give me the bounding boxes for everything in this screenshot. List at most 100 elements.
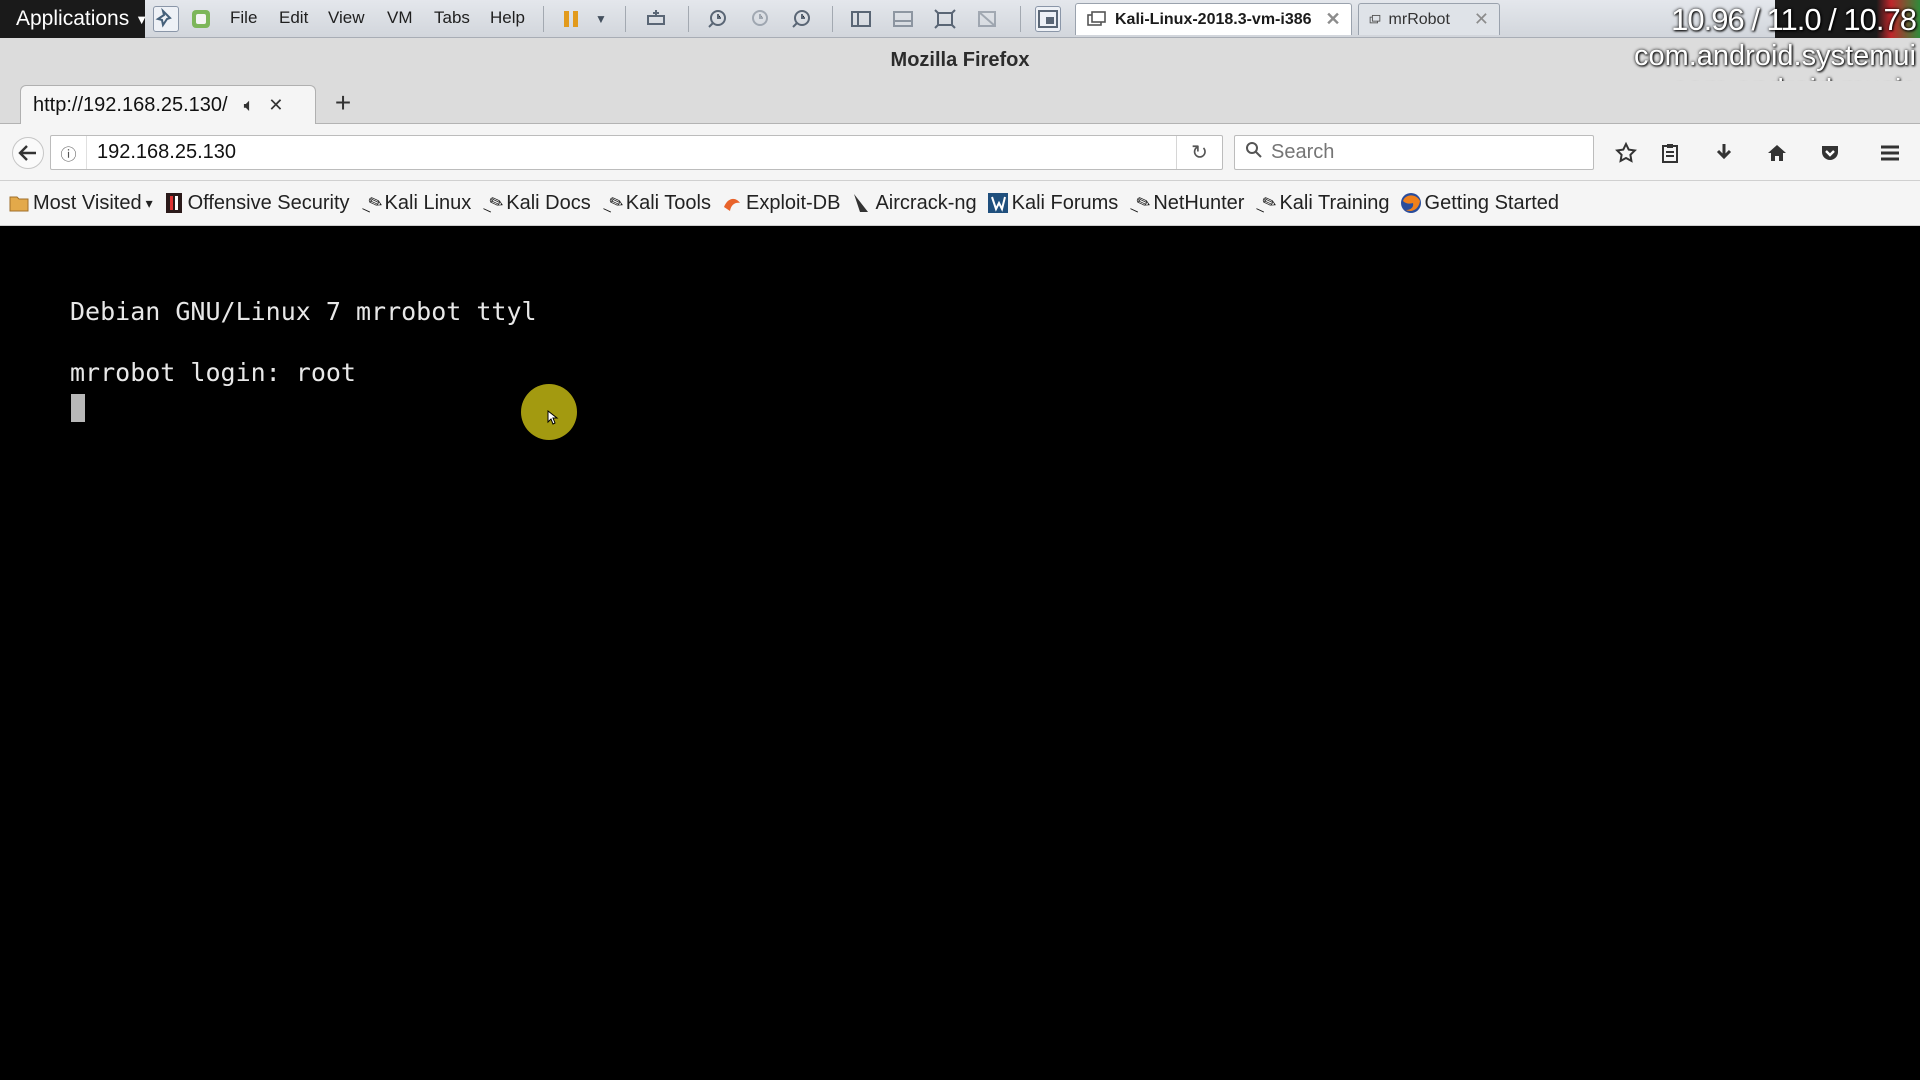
revert-snapshot-icon[interactable] [746,6,772,32]
bookmark-kali-training[interactable]: ⸜✎ Kali Training [1251,191,1390,217]
browser-tab[interactable]: http://192.168.25.130/ 🔈︎ ✕ [20,85,316,125]
exploitdb-icon [721,192,743,214]
snapshot-icon[interactable] [704,6,730,32]
vm-icon [1369,14,1381,23]
search-input[interactable] [1271,141,1571,164]
toolbar-separator [1020,6,1021,32]
applications-label: Applications [16,7,130,30]
bookmark-kali-tools[interactable]: ⸜✎ Kali Tools [598,191,711,217]
console-banner: Debian GNU/Linux 7 mrrobot ttyl [70,297,537,326]
bookmark-star-icon[interactable] [1610,137,1642,169]
download-icon[interactable] [1708,137,1740,169]
bookmark-label: NetHunter [1153,191,1245,214]
bookmark-aircrack-ng[interactable]: Aircrack-ng [850,191,977,215]
navigation-bar: ⓘ 192.168.25.130 ↻ [0,124,1920,181]
bookmark-label: Most Visited [33,191,142,214]
firefox-icon [1400,192,1422,214]
arrow-left-icon [18,145,36,161]
bookmark-getting-started[interactable]: Getting Started [1400,191,1560,215]
menu-file[interactable]: File [230,8,257,28]
kali-dragon-icon: ⸜✎ [478,191,507,217]
clipboard-icon[interactable] [1654,137,1686,169]
menu-vm[interactable]: VM [387,8,413,28]
pin-icon[interactable] [153,6,179,32]
full-screen-icon[interactable] [932,6,958,32]
bookmark-label: Aircrack-ng [875,191,977,214]
close-icon[interactable]: ✕ [1326,9,1341,30]
new-tab-button[interactable]: + [328,87,358,119]
bookmark-offensive-security[interactable]: Offensive Security [163,192,350,215]
bookmark-exploit-db[interactable]: Exploit-DB [721,192,840,215]
bookmark-kali-linux[interactable]: ⸜✎ Kali Linux [357,191,472,217]
kali-dragon-icon: ⸜✎ [1125,191,1154,217]
aircrack-icon [850,192,872,214]
show-library-icon[interactable] [848,6,874,32]
toolbar-separator [688,6,689,32]
kali-dragon-icon: ⸜✎ [356,191,385,217]
vm-tab-kali[interactable]: Kali-Linux-2018.3-vm-i386 ✕ [1075,3,1352,35]
bookmark-kali-forums[interactable]: Kali Forums [987,191,1119,215]
text-cursor [71,394,85,422]
unity-icon[interactable] [974,6,1000,32]
chevron-down-icon: ▾ [145,194,153,211]
vm-icon [1087,10,1106,26]
show-thumbnail-bar-icon[interactable] [890,6,916,32]
menu-view[interactable]: View [328,8,365,28]
browser-tab-label: http://192.168.25.130/ [33,94,228,116]
menu-edit[interactable]: Edit [279,8,308,28]
console-login-prompt: mrrobot login: root [70,358,356,387]
bookmark-label: Kali Forums [1011,191,1119,214]
chevron-down-icon: ▼ [135,11,149,27]
mouse-pointer-icon [547,410,559,425]
menu-tabs[interactable]: Tabs [434,8,470,28]
pocket-icon[interactable] [1814,137,1846,169]
bookmark-label: Exploit-DB [745,191,841,214]
info-icon[interactable]: ⓘ [51,136,87,169]
toolbar-separator [832,6,833,32]
bookmark-kali-docs[interactable]: ⸜✎ Kali Docs [478,191,591,217]
window-title: Mozilla Firefox [0,38,1920,81]
vm-console[interactable]: Debian GNU/Linux 7 mrrobot ttyl mrrobot … [0,227,1920,1080]
vmware-toolbar: Applications ▼ File Edit View VM Tabs He… [0,0,1920,38]
bookmarks-toolbar: Most Visited ▾ Offensive Security ⸜✎ Kal… [0,181,1920,226]
vm-tab-label: Kali-Linux-2018.3-vm-i386 [1115,10,1312,28]
toolbar-separator [625,6,626,32]
reload-icon[interactable]: ↻ [1176,136,1222,169]
menu-help[interactable]: Help [490,8,525,28]
offsec-icon [163,192,185,214]
search-field[interactable] [1234,135,1594,170]
url-text[interactable]: 192.168.25.130 [87,141,1176,164]
hamburger-menu-icon[interactable] [1874,137,1906,169]
send-ctrl-alt-del-icon[interactable] [643,6,669,32]
pause-icon[interactable] [558,6,584,32]
bookmark-label: Offensive Security [187,191,350,214]
pause-dropdown-icon[interactable]: ▼ [588,6,614,32]
home-icon[interactable] [1761,137,1793,169]
bookmark-label: Kali Training [1279,191,1390,214]
bookmark-label: Kali Tools [625,191,711,214]
vm-tab-label: mrRobot [1388,10,1450,28]
load-average-overlay: 10.96 / 11.0 / 10.78 [1671,2,1917,37]
vm-tab-mrrobot[interactable]: mrRobot ✕ [1358,3,1500,35]
bookmark-most-visited[interactable]: Most Visited ▾ [8,192,153,215]
close-icon[interactable]: ✕ [1474,9,1489,30]
toolbar-separator [543,6,544,32]
bookmark-label: Kali Docs [506,191,591,214]
browser-tab-strip: http://192.168.25.130/ 🔈︎ ✕ + [0,81,1920,125]
back-button[interactable] [12,137,44,169]
vmware-logo-icon[interactable] [188,6,214,32]
speaker-icon[interactable]: 🔈︎ [244,95,255,116]
url-bar[interactable]: ⓘ 192.168.25.130 ↻ [50,135,1223,170]
kali-forums-icon [987,192,1009,214]
snapshot-manager-icon[interactable] [788,6,814,32]
bookmark-label: Kali Linux [384,191,472,214]
bookmark-label: Getting Started [1424,191,1560,214]
applications-menu[interactable]: Applications ▼ [0,0,149,38]
kali-dragon-icon: ⸜✎ [1251,191,1280,217]
folder-icon [8,192,30,214]
console-view-icon[interactable] [1035,6,1061,32]
close-icon[interactable]: ✕ [268,95,283,116]
search-icon [1245,141,1263,164]
bookmark-nethunter[interactable]: ⸜✎ NetHunter [1125,191,1245,217]
kali-dragon-icon: ⸜✎ [598,191,627,217]
